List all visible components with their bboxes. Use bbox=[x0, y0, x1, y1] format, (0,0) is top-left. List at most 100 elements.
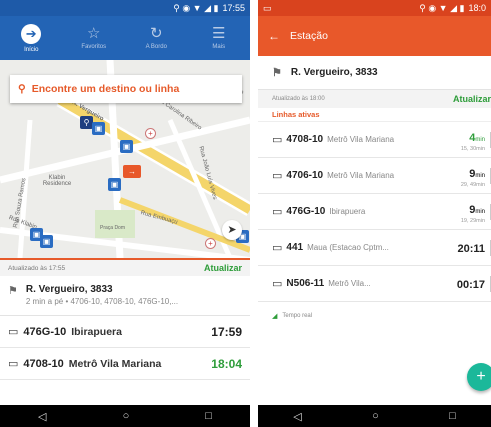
tab-inicio[interactable]: ➔ Início bbox=[0, 16, 63, 60]
line-destination: Metrô Vila Mariana bbox=[327, 171, 395, 180]
android-nav-bar: ◁ ○ □ bbox=[258, 405, 491, 427]
page-title: Estação bbox=[290, 30, 328, 42]
line-row[interactable]: ▭ 4706-10 Metrô Vila Mariana 9min 29, 49… bbox=[258, 158, 491, 194]
bus-stop-marker[interactable]: ▣ bbox=[120, 140, 133, 153]
android-nav-bar: ◁ ○ □ bbox=[0, 405, 250, 427]
arrival-unit: min bbox=[475, 172, 485, 179]
refresh-button[interactable]: Atualizar bbox=[204, 263, 242, 273]
bus-icon: ▭ bbox=[272, 242, 283, 254]
history-icon: ↻ bbox=[149, 25, 163, 42]
bus-icon: ▭ bbox=[8, 326, 19, 338]
status-bar: ⚲ ◉ ▼ ◢ ▮ 17:55 bbox=[0, 0, 250, 16]
bus-icon: ▭ bbox=[272, 134, 283, 146]
bus-icon: ▭ bbox=[272, 278, 283, 290]
arrival-time: 9min 29, 49min bbox=[445, 164, 485, 188]
line-time-realtime: 18:04 bbox=[211, 356, 242, 371]
line-row[interactable]: ▭ 476G-10 Ibirapuera 9min 19, 29min bbox=[258, 194, 491, 230]
home-icon[interactable]: ○ bbox=[372, 410, 379, 422]
arrival-clock: 00:17 bbox=[456, 278, 485, 291]
bus-icon: ▭ bbox=[272, 170, 283, 182]
line-time: 17:59 bbox=[211, 324, 242, 339]
line-code: N506-11 bbox=[286, 278, 325, 289]
app-header: ← Estação bbox=[258, 16, 491, 56]
line-row[interactable]: ▭ 476G-10 Ibirapuera 17:59 bbox=[0, 316, 250, 348]
back-icon[interactable]: ◁ bbox=[38, 410, 46, 423]
line-destination: Ibirapuera bbox=[71, 325, 122, 338]
status-time: 17:55 bbox=[222, 3, 245, 13]
bus-stop-marker[interactable]: ▣ bbox=[40, 235, 53, 248]
search-placeholder: Encontre um destino ou linha bbox=[31, 83, 180, 95]
refresh-button[interactable]: Atualizar bbox=[453, 94, 491, 104]
bus-icon: ▭ bbox=[8, 358, 19, 370]
next-arrivals: 19, 29min bbox=[460, 217, 485, 224]
line-destination: Maua (Estacao Cptm... bbox=[307, 243, 389, 252]
tab-label: A Bordo bbox=[145, 44, 167, 50]
arrival-unit: min bbox=[475, 208, 485, 215]
status-icons: ⚲ ◉ ▼ ◢ ▮ bbox=[419, 2, 465, 13]
station-title: R. Vergueiro, 3833 bbox=[290, 67, 378, 78]
bus-stop-marker[interactable]: ▣ bbox=[92, 122, 105, 135]
tab-mais[interactable]: ☰ Mais bbox=[188, 16, 251, 60]
arrival-clock: 20:11 bbox=[457, 242, 485, 255]
line-destination: Metrô Vila Mariana bbox=[68, 357, 162, 370]
line-destination: Ibirapuera bbox=[329, 207, 366, 216]
station-title-bar: ⚑ R. Vergueiro, 3833 bbox=[258, 56, 491, 90]
arrival-time: 4min 15, 30min bbox=[445, 128, 485, 152]
arrow-circle-icon: ➔ bbox=[21, 23, 42, 44]
navigation-arrow-icon: ➤ bbox=[227, 224, 237, 236]
home-icon[interactable]: ○ bbox=[123, 410, 130, 422]
recents-icon[interactable]: □ bbox=[449, 410, 456, 422]
line-destination: Metrô Vila Mariana bbox=[327, 135, 395, 144]
stop-subtitle: 2 min a pé • 4706-10, 4708-10, 476G-10,.… bbox=[25, 297, 179, 306]
station-screen: ▭ ⚲ ◉ ▼ ◢ ▮ 18:0 ← Estação ⚑ R. Vergueir… bbox=[258, 0, 491, 427]
update-bar: Atualizado às 18:00 Atualizar bbox=[258, 90, 491, 108]
tab-bar: ➔ Início ☆ Favoritos ↻ A Bordo ☰ Mais bbox=[0, 16, 250, 60]
nearest-stop[interactable]: ⚑ R. Vergueiro, 3833 2 min a pé • 4706-1… bbox=[0, 276, 250, 316]
screen-divider bbox=[250, 0, 258, 427]
my-location-button[interactable]: ➤ bbox=[222, 220, 242, 240]
realtime-signal-icon: ◢ bbox=[272, 313, 278, 320]
search-icon: ⚲ bbox=[18, 83, 26, 95]
recents-icon[interactable]: □ bbox=[205, 410, 212, 422]
star-icon: ☆ bbox=[87, 25, 101, 42]
selected-stop-marker[interactable]: → bbox=[123, 165, 141, 178]
line-code: 4708-10 bbox=[286, 134, 324, 145]
line-row[interactable]: ▭ 4708-10 Metrô Vila Mariana 4min 15, 30… bbox=[258, 122, 491, 158]
line-code: 4706-10 bbox=[286, 170, 324, 181]
status-time: 18:0 bbox=[468, 2, 486, 13]
arrival-time: 9min 19, 29min bbox=[445, 200, 485, 224]
plus-icon: + bbox=[476, 368, 486, 385]
back-arrow-icon[interactable]: ← bbox=[268, 29, 280, 43]
tab-a-bordo[interactable]: ↻ A Bordo bbox=[125, 16, 188, 60]
menu-icon: ☰ bbox=[212, 25, 226, 42]
status-icons: ⚲ ◉ ▼ ◢ ▮ bbox=[173, 2, 219, 13]
tab-label: Favoritos bbox=[81, 44, 107, 50]
tab-favoritos[interactable]: ☆ Favoritos bbox=[63, 16, 126, 60]
flag-icon: ⚑ bbox=[8, 285, 18, 297]
line-row[interactable]: ▭ N506-11 Metrô Vila... 00:17 bbox=[258, 266, 491, 302]
line-row[interactable]: ▭ 4708-10 Metrô Vila Mariana 18:04 bbox=[0, 348, 250, 380]
status-bar: ▭ ⚲ ◉ ▼ ◢ ▮ 18:0 bbox=[258, 0, 491, 16]
map-view[interactable]: Rua Carolina Ribeiro Rua João Luís Vives… bbox=[0, 60, 250, 258]
next-arrivals: 15, 30min bbox=[460, 145, 485, 152]
line-code: 4708-10 bbox=[23, 357, 64, 370]
back-icon[interactable]: ◁ bbox=[293, 410, 301, 423]
line-row[interactable]: ▭ 441 Maua (Estacao Cptm... 20:11 bbox=[258, 230, 491, 266]
notification-icon: ▭ bbox=[263, 2, 272, 13]
realtime-legend: ◢ Tempo real bbox=[258, 302, 491, 330]
arrival-unit: min bbox=[475, 136, 485, 143]
arrival-time: 00:17 bbox=[445, 275, 485, 293]
flag-icon: ⚑ bbox=[272, 67, 282, 79]
section-header: Linhas ativas bbox=[258, 108, 491, 122]
line-code: 441 bbox=[286, 242, 304, 253]
bus-stop-marker[interactable]: ▣ bbox=[108, 178, 121, 191]
line-destination: Metrô Vila... bbox=[328, 279, 371, 288]
update-time: Atualizado às 18:00 bbox=[272, 96, 325, 102]
line-code: 476G-10 bbox=[286, 206, 326, 217]
add-favorite-button[interactable]: + bbox=[467, 363, 491, 391]
home-screen: ⚲ ◉ ▼ ◢ ▮ 17:55 ➔ Início ☆ Favoritos ↻ A… bbox=[0, 0, 250, 427]
update-bar: Atualizado às 17:55 Atualizar bbox=[0, 258, 250, 276]
legend-label: Tempo real bbox=[282, 313, 313, 319]
map-label: Klabin Residence bbox=[42, 175, 72, 187]
search-input[interactable]: ⚲ Encontre um destino ou linha bbox=[10, 75, 242, 103]
